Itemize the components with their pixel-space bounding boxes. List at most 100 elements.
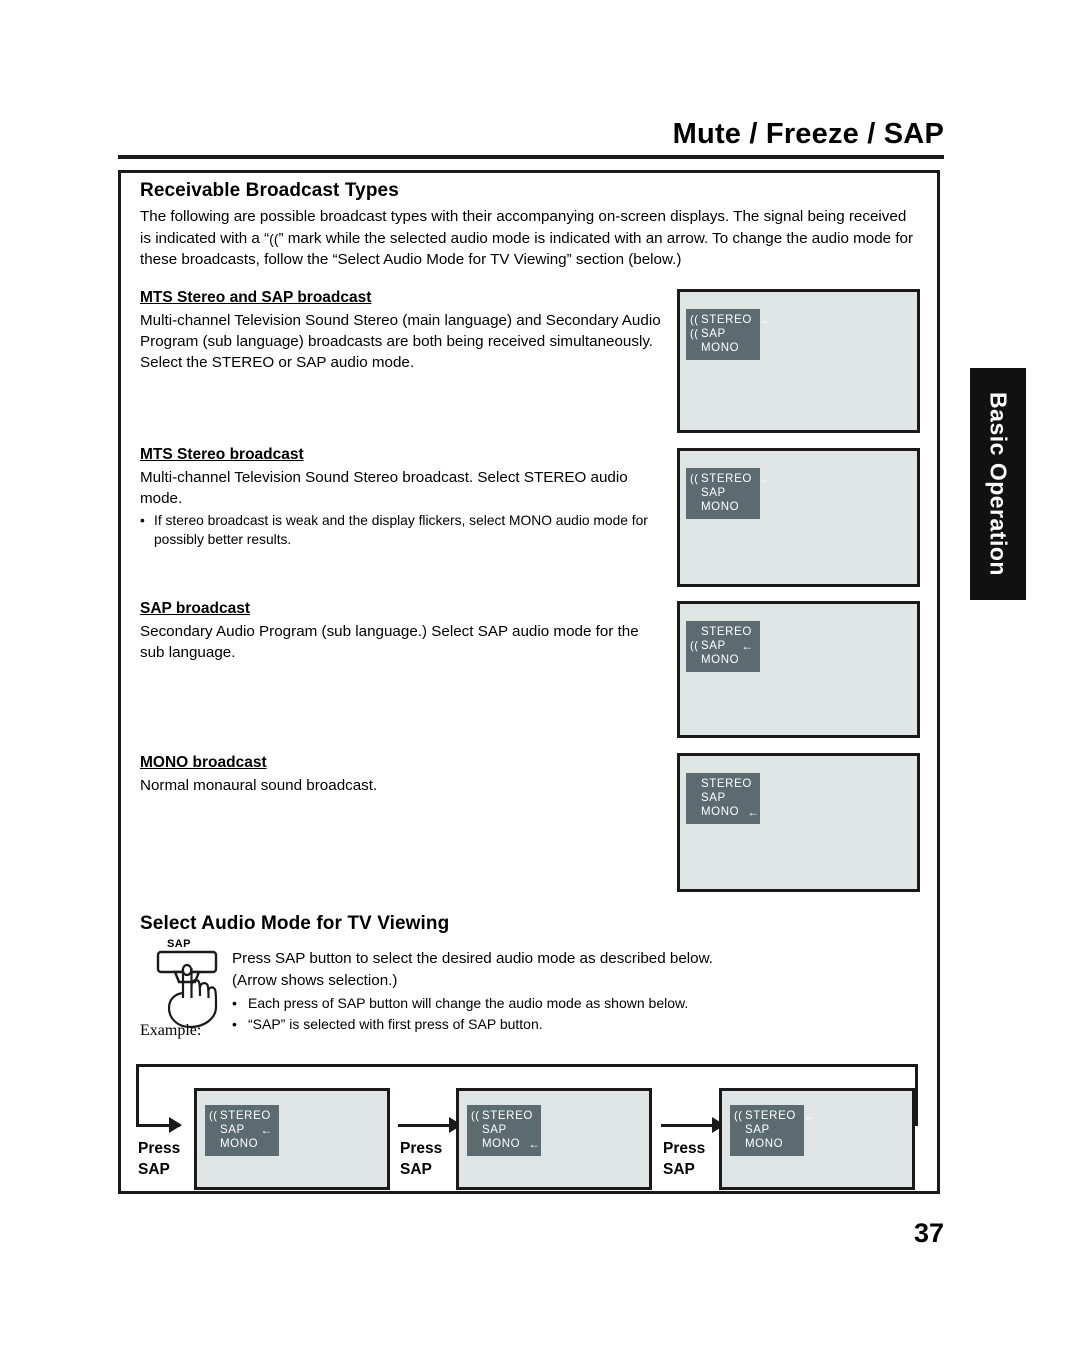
broadcast-title: MONO broadcast bbox=[140, 754, 267, 771]
signal-mark-icon: (( bbox=[269, 230, 279, 247]
example-flow-diagram: PressSAP PressSAP PressSAP ((STEREO← SAP… bbox=[136, 1060, 922, 1190]
selection-arrow-icon: ← bbox=[260, 1123, 273, 1137]
broadcast-body: Normal monaural sound broadcast. bbox=[140, 777, 378, 794]
example-osd-tv-screen: ((STEREO← SAP← MONO← bbox=[719, 1088, 915, 1190]
selection-arrow-icon: ← bbox=[741, 639, 754, 653]
broadcast-bullet: • If stereo broadcast is weak and the dis… bbox=[140, 511, 665, 549]
osd-mode-label: SAP bbox=[701, 792, 726, 804]
selection-arrow-icon: ← bbox=[759, 313, 773, 327]
flow-arrow-icon bbox=[136, 1117, 182, 1133]
broadcast-body: Secondary Audio Program (sub language.) … bbox=[140, 623, 639, 661]
osd-row: SAP← bbox=[734, 1123, 798, 1137]
osd-row: SAP← bbox=[471, 1123, 535, 1137]
bullet-dot: • bbox=[140, 513, 145, 528]
osd-tv-screen: STEREO← ((SAP ← MONO← bbox=[677, 601, 920, 738]
loop-back-line-top bbox=[136, 1064, 918, 1067]
side-tab-label: Basic Operation bbox=[985, 392, 1012, 576]
osd-row: ((STEREO← bbox=[734, 1109, 816, 1123]
example-osd-tv-screen: ((STEREO← SAP← MONO← bbox=[456, 1088, 652, 1190]
example-osd-tv-screen: ((STEREO← SAP ← MONO← bbox=[194, 1088, 390, 1190]
sap-instructions: Press SAP button to select the desired a… bbox=[232, 948, 752, 1034]
osd-mode-label: STEREO bbox=[701, 314, 752, 326]
osd-audio-menu: ((STEREO ← SAP← MONO← bbox=[686, 468, 772, 519]
flow-arrow-icon bbox=[661, 1117, 725, 1133]
osd-tv-screen: ((STEREO ← ((SAP← MONO← bbox=[677, 289, 920, 433]
signal-icon: (( bbox=[690, 328, 699, 340]
osd-row: MONO← bbox=[690, 500, 754, 514]
osd-mode-label: STEREO bbox=[482, 1110, 533, 1122]
osd-mode-label: SAP bbox=[701, 328, 726, 340]
osd-audio-menu: ((STEREO← SAP← MONO← bbox=[730, 1105, 816, 1156]
osd-audio-menu: ((STEREO ← ((SAP← MONO← bbox=[686, 309, 772, 360]
osd-mode-label: MONO bbox=[701, 806, 740, 818]
sap-key-label: SAP bbox=[167, 938, 191, 950]
signal-icon: (( bbox=[690, 640, 699, 652]
selection-arrow-icon: ← bbox=[803, 1109, 817, 1123]
osd-tv-screen: ((STEREO ← SAP← MONO← bbox=[677, 448, 920, 587]
hand-pressing-sap-button-icon bbox=[156, 950, 218, 1029]
osd-mode-label: MONO bbox=[701, 501, 740, 513]
instruction-bullet: • “SAP” is selected with first press of S… bbox=[232, 1014, 752, 1034]
title-divider bbox=[118, 155, 944, 159]
press-sap-label: Press SAP bbox=[400, 1140, 443, 1178]
osd-row: MONO← bbox=[690, 341, 754, 355]
osd-row: SAP← bbox=[690, 791, 754, 805]
osd-row: MONO← bbox=[734, 1137, 798, 1151]
section-heading-receivable-broadcast-types: Receivable Broadcast Types bbox=[140, 180, 399, 201]
broadcast-block-mts-stereo: MTS Stereo broadcast Multi-channel Telev… bbox=[140, 446, 665, 549]
osd-mode-label: SAP bbox=[220, 1124, 245, 1136]
osd-mode-label: MONO bbox=[701, 342, 740, 354]
osd-row: STEREO← bbox=[690, 777, 754, 791]
broadcast-body: Multi-channel Television Sound Stereo br… bbox=[140, 469, 628, 507]
osd-mode-label: MONO bbox=[220, 1138, 259, 1150]
osd-row: MONO← bbox=[690, 653, 754, 667]
broadcast-block-mts-stereo-and-sap: MTS Stereo and SAP broadcast Multi-chann… bbox=[140, 289, 665, 373]
broadcast-title: MTS Stereo broadcast bbox=[140, 446, 304, 463]
bullet-dot: • bbox=[232, 995, 237, 1011]
osd-row: ((SAP← bbox=[690, 327, 754, 341]
osd-row: ((STEREO ← bbox=[690, 472, 772, 486]
osd-mode-label: STEREO bbox=[220, 1110, 271, 1122]
osd-row: SAP← bbox=[690, 486, 754, 500]
osd-audio-menu: STEREO← ((SAP ← MONO← bbox=[686, 621, 760, 672]
osd-row: ((STEREO ← bbox=[690, 313, 772, 327]
osd-row: STEREO← bbox=[690, 625, 754, 639]
signal-icon: (( bbox=[690, 314, 699, 326]
osd-mode-label: SAP bbox=[701, 487, 726, 499]
osd-row: MONO← bbox=[209, 1137, 273, 1151]
signal-icon: (( bbox=[690, 473, 699, 485]
instruction-bullet: • Each press of SAP button will change th… bbox=[232, 993, 752, 1013]
broadcast-block-sap: SAP broadcast Secondary Audio Program (s… bbox=[140, 600, 665, 663]
press-sap-label: Press SAP bbox=[138, 1140, 181, 1178]
osd-mode-label: MONO bbox=[482, 1138, 521, 1150]
osd-audio-menu: STEREO← SAP← MONO ← bbox=[686, 773, 760, 824]
selection-arrow-icon: ← bbox=[747, 805, 760, 819]
flow-arrow-icon bbox=[398, 1117, 462, 1133]
osd-row: ((STEREO← bbox=[471, 1109, 535, 1123]
bullet-text: If stereo broadcast is weak and the disp… bbox=[154, 513, 648, 547]
bullet-dot: • bbox=[232, 1016, 237, 1032]
osd-mode-label: SAP bbox=[482, 1124, 507, 1136]
osd-mode-label: STEREO bbox=[701, 626, 752, 638]
osd-row: ((STEREO← bbox=[209, 1109, 273, 1123]
osd-row: SAP ← bbox=[209, 1123, 273, 1137]
osd-audio-menu: ((STEREO← SAP ← MONO← bbox=[205, 1105, 279, 1156]
bullet-text: “SAP” is selected with first press of SA… bbox=[248, 1016, 543, 1032]
osd-mode-label: STEREO bbox=[745, 1110, 796, 1122]
page-title: Mute / Freeze / SAP bbox=[672, 118, 944, 150]
side-tab-basic-operation: Basic Operation bbox=[970, 368, 1026, 600]
loop-back-line-left bbox=[136, 1064, 139, 1126]
signal-icon: (( bbox=[471, 1110, 480, 1122]
signal-icon: (( bbox=[209, 1110, 218, 1122]
selection-arrow-icon: ← bbox=[759, 472, 773, 486]
osd-row: MONO← bbox=[471, 1137, 540, 1151]
example-label: Example: bbox=[140, 1022, 202, 1039]
osd-mode-label: STEREO bbox=[701, 473, 752, 485]
osd-row: ((SAP← bbox=[690, 639, 754, 653]
broadcast-block-mono: MONO broadcast Normal monaural sound bro… bbox=[140, 754, 665, 796]
osd-mode-label: SAP bbox=[745, 1124, 770, 1136]
broadcast-body: Multi-channel Television Sound Stereo (m… bbox=[140, 312, 661, 371]
osd-mode-label: MONO bbox=[745, 1138, 784, 1150]
page-number: 37 bbox=[913, 1218, 944, 1248]
loop-back-line-right bbox=[915, 1064, 918, 1126]
